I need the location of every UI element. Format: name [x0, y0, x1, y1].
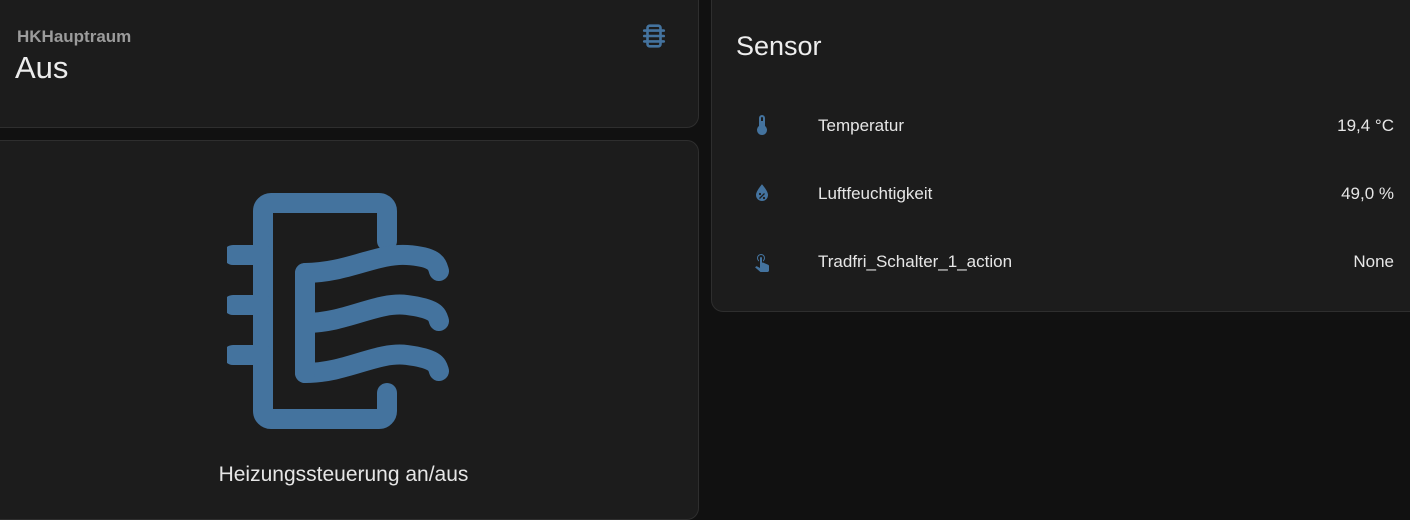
entity-card[interactable]: HKHauptraum Aus [0, 0, 699, 128]
row-value: None [1353, 252, 1394, 271]
sensor-card: Sensor Temperatur 19,4 °C Luftfeuchtigke… [711, 0, 1410, 312]
row-name: Temperatur [818, 116, 904, 135]
sensor-row-temperature[interactable]: Temperatur 19,4 °C [712, 105, 1410, 145]
entity-name: HKHauptraum [17, 27, 132, 46]
row-name: Tradfri_Schalter_1_action [818, 252, 1013, 271]
button-label: Heizungssteuerung an/aus [218, 463, 469, 486]
row-value: 19,4 °C [1337, 116, 1394, 135]
thermometer-icon [757, 115, 767, 135]
row-name: Luftfeuchtigkeit [818, 184, 933, 203]
card-title: Sensor [736, 31, 822, 61]
entity-state: Aus [15, 50, 69, 85]
heating-toggle-button[interactable]: Heizungssteuerung an/aus [0, 140, 699, 520]
sensor-row-tradfri-action[interactable]: Tradfri_Schalter_1_action None [712, 241, 1410, 281]
radiator-icon [642, 24, 666, 48]
row-value: 49,0 % [1341, 184, 1394, 203]
water-percent-icon [756, 184, 768, 201]
sensor-row-humidity[interactable]: Luftfeuchtigkeit 49,0 % [712, 173, 1410, 213]
gesture-tap-icon [755, 254, 769, 272]
radiator-icon [227, 193, 449, 429]
